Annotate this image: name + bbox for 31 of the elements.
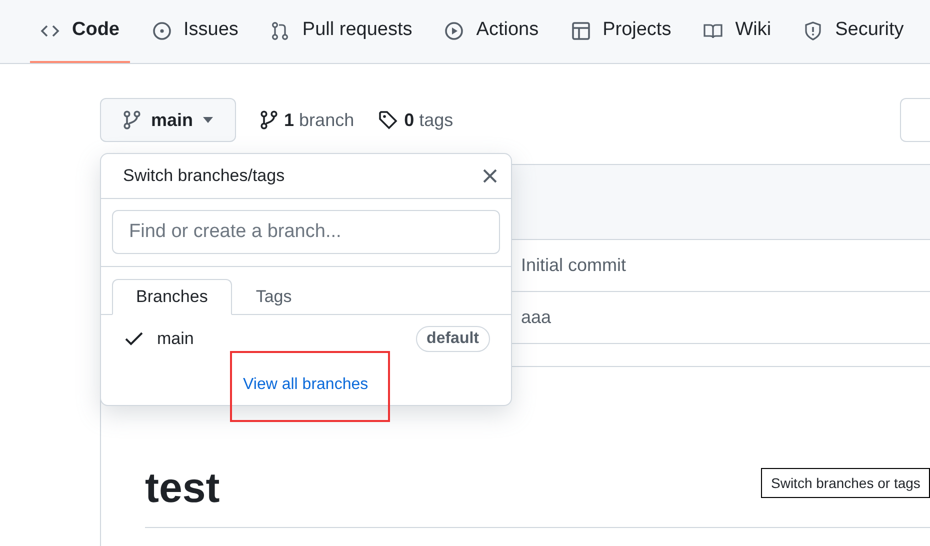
caret-icon [203,117,214,123]
branch-icon [260,110,278,130]
repo-tab[interactable]: Issues [142,0,248,63]
default-badge: default [416,326,490,352]
tag-icon [378,110,398,130]
repo-tab[interactable]: Projects [560,0,682,63]
shield-icon [803,20,824,40]
circle-dot-icon [152,20,172,40]
readme-heading: test [145,467,220,509]
branch-button[interactable]: main [100,98,236,142]
commit-message[interactable]: Initial commit [521,252,626,279]
repo-tab[interactable]: Code [30,0,130,63]
tag-count-link[interactable]: 0 tags [404,106,454,134]
table-icon [570,20,591,40]
repo-tab[interactable]: Wiki [693,0,782,63]
tooltip: Switch branches or tags [761,468,930,498]
branch-search-field[interactable]: Find or create a branch... [112,210,500,254]
view-all-branches-link[interactable]: View all branches [243,376,368,393]
play-icon [444,20,464,40]
pull-request-icon [270,20,290,40]
branch-icon [123,110,141,130]
dropdown-tab[interactable]: Branches [112,279,232,315]
dropdown-tab[interactable]: Tags [232,279,316,315]
repo-tab[interactable]: Actions [434,0,549,63]
branch-count-link[interactable]: 1 branch [284,106,354,134]
repo-tab[interactable]: Security [793,0,914,63]
branch-item[interactable]: main [157,326,416,352]
repo-tab[interactable]: Pull requests [260,0,422,63]
close-icon[interactable] [481,167,499,185]
commit-message[interactable]: aaa [521,304,552,331]
dropdown-title: Switch branches/tags [123,165,285,188]
